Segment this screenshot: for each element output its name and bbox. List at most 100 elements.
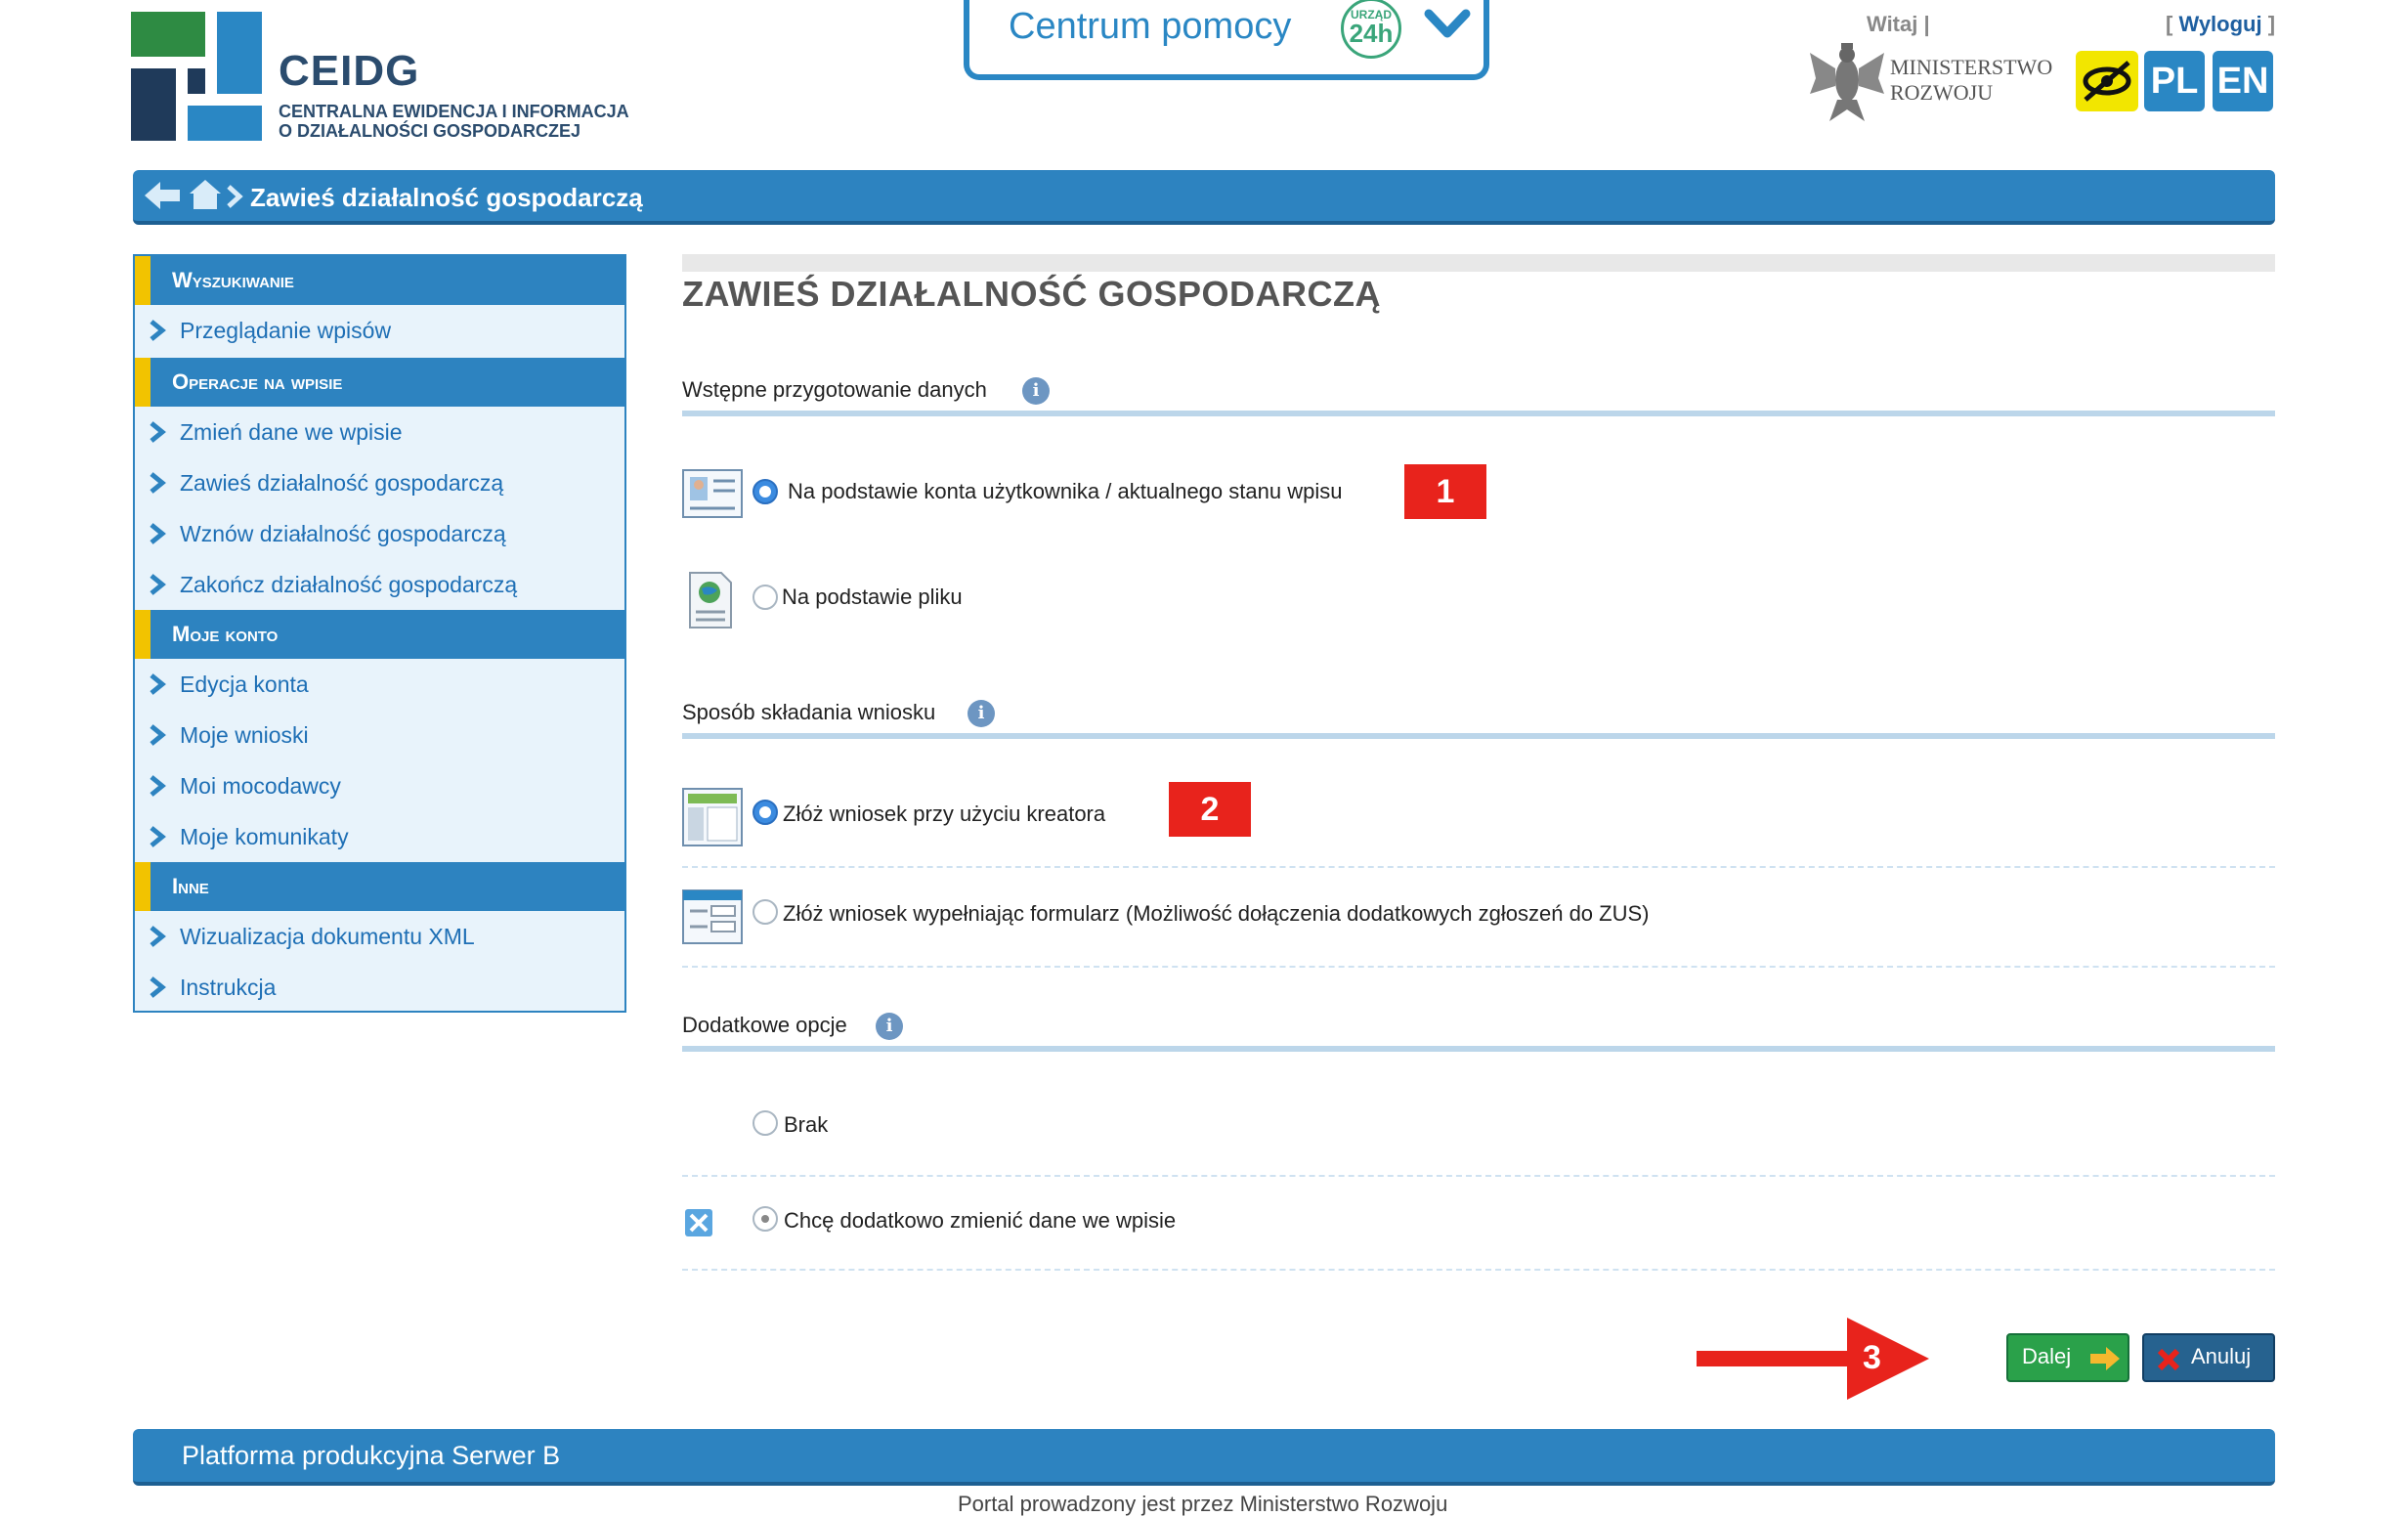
platform-label: Platforma produkcyjna Serwer B	[182, 1441, 561, 1470]
sidebar-item-change-entry[interactable]: Zmień dane we wpisie	[135, 407, 624, 457]
chevron-right-icon	[150, 724, 166, 746]
sidebar-item-label: Zmień dane we wpisie	[180, 419, 403, 445]
sidebar-item-label: Wizualizacja dokumentu XML	[180, 924, 475, 949]
ministry-line-1: MINISTERSTWO	[1890, 55, 2053, 79]
sidebar-section-other: Inne	[135, 862, 624, 911]
prep-file-radio[interactable]	[752, 585, 778, 610]
footer-note: Portal prowadzony jest przez Ministerstw…	[958, 1492, 1448, 1516]
sidebar-item-label: Instrukcja	[180, 975, 277, 1000]
option-divider	[682, 1269, 2275, 1271]
annotation-badge-1: 1	[1404, 464, 1486, 519]
section-data-preparation-label: Wstępne przygotowanie danych	[682, 377, 987, 402]
title-strip	[682, 254, 2275, 272]
logo-subtitle-line-1: CENTRALNA EWIDENCJA I INFORMACJA	[279, 102, 629, 121]
info-icon[interactable]: i	[968, 700, 995, 727]
sidebar-item-edit-account[interactable]: Edycja konta	[135, 659, 624, 710]
sidebar-item-label: Edycja konta	[180, 672, 309, 697]
sidebar-section-my-account: Moje konto	[135, 610, 624, 659]
next-button-label: Dalej	[2022, 1344, 2072, 1368]
badge-main-text: 24h	[1349, 19, 1394, 48]
sidebar-item-my-messages[interactable]: Moje komunikaty	[135, 811, 624, 862]
back-arrow-icon[interactable]	[143, 180, 182, 211]
office-24h-badge: URZĄD 24h	[1341, 0, 1401, 59]
submit-form-radio[interactable]	[752, 899, 778, 925]
lang-en-button[interactable]: EN	[2213, 51, 2273, 111]
ceidg-logo-icon	[131, 12, 262, 141]
chevron-right-icon	[227, 185, 243, 208]
form-window-icon	[682, 889, 743, 944]
cancel-button[interactable]: Anuluj	[2142, 1333, 2275, 1382]
sidebar-item-instructions[interactable]: Instrukcja	[135, 962, 624, 1013]
file-globe-icon	[689, 572, 732, 628]
chevron-right-icon	[150, 523, 166, 544]
logo-title: CEIDG	[279, 47, 420, 95]
sidebar-item-label: Przeglądanie wpisów	[180, 318, 392, 343]
breadcrumb-current: Zawieś działalność gospodarczą	[250, 183, 643, 212]
logo-subtitle-line-2: O DZIAŁALNOŚCI GOSPODARCZEJ	[279, 121, 581, 141]
lang-pl-button[interactable]: PL	[2144, 51, 2205, 111]
home-icon[interactable]	[188, 178, 223, 211]
close-icon	[2157, 1348, 2180, 1371]
chevron-right-icon	[150, 472, 166, 494]
ministry-name: MINISTERSTWO ROZWOJU	[1890, 55, 2052, 106]
section-submission-method-label: Sposób składania wniosku	[682, 700, 936, 724]
extra-change-data-radio[interactable]	[752, 1206, 778, 1232]
chevron-right-icon	[150, 926, 166, 947]
sidebar-item-suspend-business[interactable]: Zawieś działalność gospodarczą	[135, 457, 624, 508]
chevron-right-icon	[150, 976, 166, 998]
chevron-down-icon[interactable]	[1421, 0, 1474, 51]
annotation-arrow-icon	[1697, 1318, 1929, 1400]
option-divider	[682, 1175, 2275, 1177]
sidebar-item-my-principals[interactable]: Moi mocodawcy	[135, 760, 624, 811]
section-rule	[682, 411, 2275, 416]
prep-account-radio[interactable]	[752, 479, 778, 504]
sidebar-item-close-business[interactable]: Zakończ działalność gospodarczą	[135, 559, 624, 610]
submit-wizard-radio[interactable]	[752, 800, 778, 825]
sidebar-item-label: Wznów działalność gospodarczą	[180, 521, 506, 546]
sidebar-item-label: Moje wnioski	[180, 722, 309, 748]
wizard-layout-icon	[682, 788, 743, 846]
arrow-right-icon	[2090, 1347, 2120, 1370]
page-title: ZAWIEŚ DZIAŁALNOŚĆ GOSPODARCZĄ	[682, 274, 1381, 314]
sidebar-section-search: Wyszukiwanie	[135, 256, 624, 305]
accessibility-button[interactable]	[2076, 51, 2138, 111]
eagle-emblem-icon	[1810, 43, 1884, 121]
info-icon[interactable]: i	[1022, 377, 1050, 405]
sidebar-item-label: Moje komunikaty	[180, 824, 349, 849]
annotation-badge-2: 2	[1169, 782, 1251, 837]
prep-account-label: Na podstawie konta użytkownika / aktualn…	[788, 479, 1343, 503]
logout-wrapper: [ Wyloguj ]	[2166, 12, 2275, 37]
section-rule	[682, 733, 2275, 739]
logout-link[interactable]: Wyloguj	[2178, 12, 2261, 36]
extra-none-radio[interactable]	[752, 1110, 778, 1136]
greeting-text: Witaj |	[1867, 12, 1930, 36]
ministry-line-2: ROZWOJU	[1890, 80, 1994, 105]
chevron-right-icon	[150, 673, 166, 695]
logo-subtitle: CENTRALNA EWIDENCJA I INFORMACJA O DZIAŁ…	[279, 102, 689, 141]
sidebar-section-entry-operations: Operacje na wpisie	[135, 358, 624, 407]
chevron-right-icon	[150, 421, 166, 443]
next-button[interactable]: Dalej	[2006, 1333, 2129, 1382]
prep-file-label: Na podstawie pliku	[782, 585, 963, 609]
chevron-right-icon	[150, 320, 166, 341]
change-data-icon	[685, 1209, 712, 1236]
sidebar-item-my-applications[interactable]: Moje wnioski	[135, 710, 624, 760]
help-center-dropdown[interactable]: Centrum pomocy URZĄD 24h	[964, 0, 1489, 80]
footer-bar: Platforma produkcyjna Serwer B	[133, 1429, 2275, 1486]
sidebar-item-xml-visualization[interactable]: Wizualizacja dokumentu XML	[135, 911, 624, 962]
sidebar-item-label: Zawieś działalność gospodarczą	[180, 470, 504, 496]
sidebar-item-browse-entries[interactable]: Przeglądanie wpisów	[135, 305, 624, 356]
sidebar-item-resume-business[interactable]: Wznów działalność gospodarczą	[135, 508, 624, 559]
cancel-button-label: Anuluj	[2191, 1344, 2252, 1368]
sidebar: Wyszukiwanie Przeglądanie wpisów Operacj…	[133, 254, 626, 1013]
breadcrumb: Zawieś działalność gospodarczą	[133, 170, 2275, 225]
sidebar-item-label: Moi mocodawcy	[180, 773, 341, 799]
chevron-right-icon	[150, 574, 166, 595]
submit-form-label: Złóż wniosek wypełniając formularz (Możl…	[783, 901, 1650, 926]
option-divider	[682, 966, 2275, 968]
logout-bracket-close: ]	[2267, 12, 2276, 36]
extra-none-label: Brak	[784, 1112, 829, 1137]
option-divider	[682, 866, 2275, 868]
sidebar-item-label: Zakończ działalność gospodarczą	[180, 572, 518, 597]
info-icon[interactable]: i	[876, 1013, 903, 1040]
